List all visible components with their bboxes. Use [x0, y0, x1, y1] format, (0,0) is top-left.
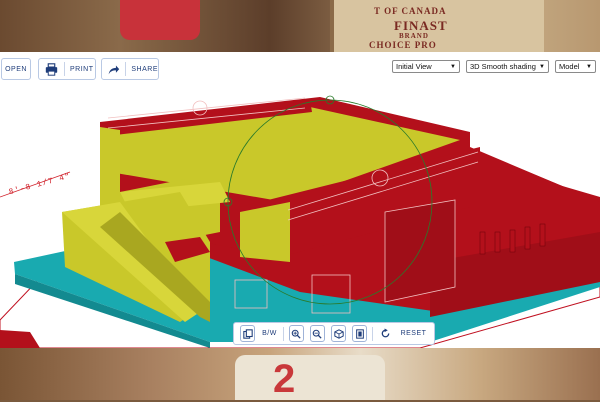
cube-view-button[interactable]	[331, 325, 347, 342]
mode-select[interactable]: Model ▼	[555, 60, 596, 73]
bottom-separator	[282, 326, 284, 341]
crate-text-line1: T OF CANADA	[374, 6, 447, 16]
yellow-pillar	[240, 202, 290, 262]
crate-text-line4: CHOICE PRO	[369, 40, 437, 50]
zoom-in-icon	[292, 329, 301, 339]
reset-label: RESET	[400, 330, 427, 337]
print-separator	[64, 62, 65, 76]
model-canvas[interactable]	[0, 52, 600, 348]
rotate-reset-button[interactable]	[378, 325, 393, 342]
page-view-button[interactable]	[352, 325, 368, 342]
shading-value: 3D Smooth shading	[470, 62, 536, 71]
zoom-out-button[interactable]	[309, 325, 325, 342]
mode-value: Model	[559, 62, 580, 71]
copy-view-icon	[242, 328, 253, 339]
bw-button[interactable]: B/W	[258, 325, 281, 342]
camera-view-value: Initial View	[396, 62, 432, 71]
open-label: OPEN	[5, 65, 27, 73]
bw-label: B/W	[262, 330, 277, 337]
zoom-in-button[interactable]	[288, 325, 304, 342]
reset-button[interactable]: RESET	[396, 325, 431, 342]
chevron-down-icon: ▼	[586, 63, 592, 70]
chevron-down-icon: ▼	[450, 63, 456, 70]
shading-select[interactable]: 3D Smooth shading ▼	[466, 60, 549, 73]
background-crate: T OF CANADA FINAST BRAND CHOICE PRO	[330, 0, 544, 52]
print-icon	[43, 61, 59, 77]
crate-text-line3: BRAND	[399, 32, 429, 40]
entrance-gate	[384, 199, 456, 303]
background-sign: 2	[235, 355, 385, 401]
share-label: SHARE	[131, 65, 158, 73]
zoom-out-icon	[313, 329, 323, 339]
share-button[interactable]: SHARE	[101, 58, 159, 80]
camera-view-select[interactable]: Initial View ▼	[392, 60, 460, 73]
bottom-separator	[372, 326, 374, 341]
ground-corner	[0, 330, 40, 348]
open-button[interactable]: OPEN	[1, 58, 31, 80]
print-label: PRINT	[70, 65, 94, 73]
print-button[interactable]: PRINT	[38, 58, 96, 80]
chevron-down-icon: ▼	[539, 63, 545, 70]
bottom-toolbar: B/W RESET	[233, 322, 435, 345]
cube-icon	[333, 328, 344, 339]
page-icon	[355, 328, 364, 339]
model-viewer[interactable]: 8'-8 1/7 4" OPEN PRINT SHARE Initial Vie…	[0, 52, 600, 348]
rotate-reset-icon	[381, 328, 390, 338]
share-separator	[125, 62, 127, 76]
share-icon	[106, 61, 120, 77]
background-red-object	[120, 0, 200, 40]
sign-text: 2	[273, 357, 296, 401]
copy-view-button[interactable]	[240, 325, 256, 342]
